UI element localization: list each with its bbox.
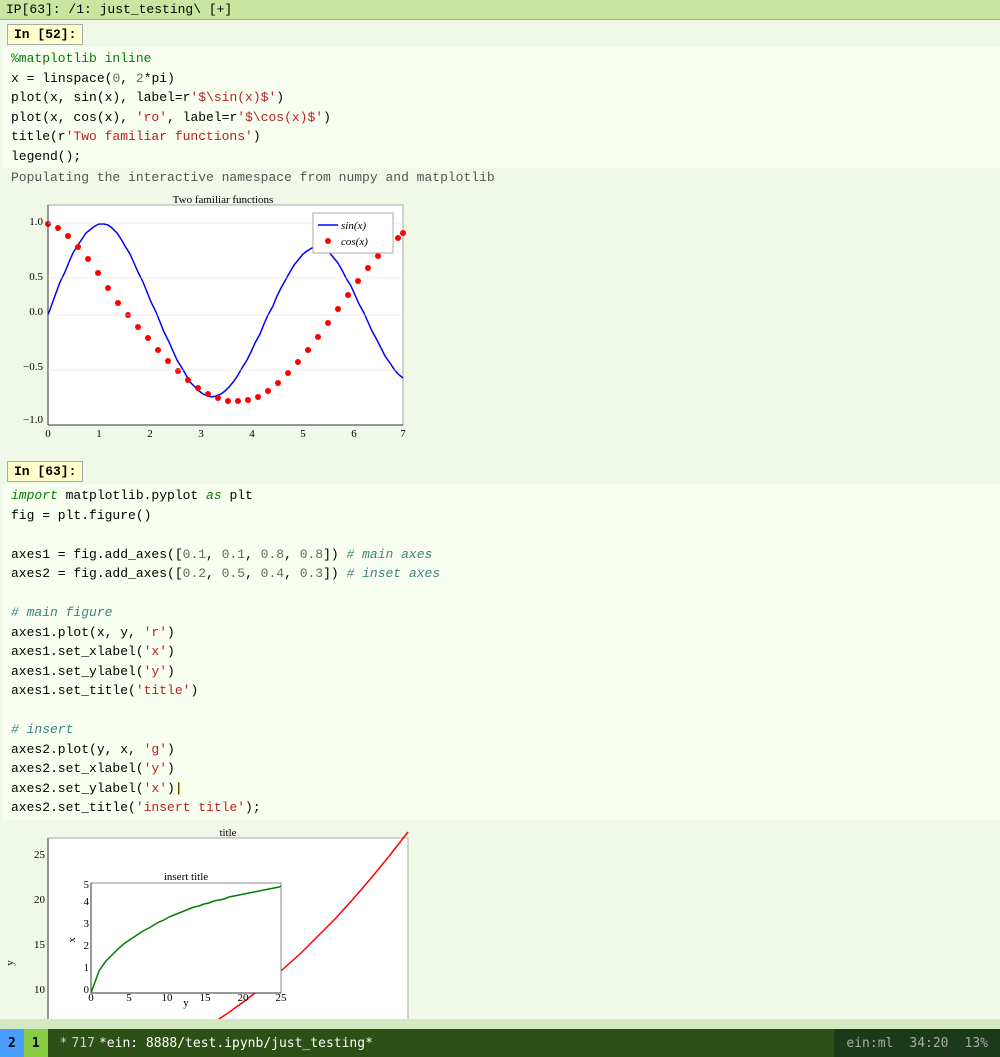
- svg-text:25: 25: [276, 992, 288, 1004]
- cell-1-output: Populating the interactive namespace fro…: [3, 168, 1000, 187]
- title-bar: IP[63]: /1: just_testing\ [+]: [0, 0, 1000, 20]
- status-number: 717: [71, 1036, 94, 1051]
- status-bar: 2 1 * 717 *ein: 8888/test.ipynb/just_tes…: [0, 1029, 1000, 1057]
- svg-text:1: 1: [84, 962, 90, 974]
- legend-sin-label: sin(x): [341, 220, 366, 232]
- status-right-section: ein:ml 34:20 13%: [834, 1029, 1000, 1057]
- chart-1-container: Two familiar functions 1.0 0.5 0.0 −0.5 …: [3, 195, 1000, 449]
- chart-2-main-title: title: [219, 828, 236, 839]
- cell-2-code[interactable]: import matplotlib.pyplot as plt fig = pl…: [3, 484, 1000, 820]
- status-mode-insert: 1: [24, 1029, 48, 1057]
- svg-text:3: 3: [198, 428, 204, 440]
- svg-text:0: 0: [45, 428, 51, 440]
- cell-1-code[interactable]: %matplotlib inline x = linspace(0, 2*pi)…: [3, 47, 1000, 168]
- svg-text:0.0: 0.0: [29, 306, 43, 318]
- title-text: IP[63]: /1: just_testing\ [+]: [6, 2, 232, 17]
- status-indicator: *: [60, 1036, 68, 1051]
- svg-text:5: 5: [84, 879, 90, 891]
- svg-text:3: 3: [84, 918, 90, 930]
- svg-text:10: 10: [162, 992, 174, 1004]
- legend-cos-label: cos(x): [341, 236, 368, 248]
- cell-1: In [52]: %matplotlib inline x = linspace…: [0, 20, 1000, 449]
- svg-text:4: 4: [84, 896, 90, 908]
- svg-text:0.5: 0.5: [29, 271, 43, 283]
- svg-text:2: 2: [147, 428, 153, 440]
- cell-1-label[interactable]: In [52]:: [7, 24, 83, 45]
- svg-text:0: 0: [88, 992, 94, 1004]
- chart-1-title: Two familiar functions: [173, 195, 274, 206]
- cell-2-label[interactable]: In [63]:: [7, 461, 83, 482]
- chart-1-svg: Two familiar functions 1.0 0.5 0.0 −0.5 …: [3, 195, 423, 445]
- svg-text:1.0: 1.0: [29, 216, 43, 228]
- status-mode-label: ein:ml: [846, 1036, 893, 1051]
- svg-text:10: 10: [34, 984, 46, 996]
- status-percent: 13%: [965, 1036, 988, 1051]
- svg-text:20: 20: [238, 992, 250, 1004]
- chart-2-inset-xlabel: y: [183, 997, 189, 1009]
- chart-2-ylabel: y: [4, 959, 16, 965]
- svg-text:5: 5: [300, 428, 306, 440]
- status-position: 34:20: [909, 1036, 948, 1051]
- svg-text:6: 6: [351, 428, 357, 440]
- svg-text:−1.0: −1.0: [23, 414, 43, 426]
- svg-text:5: 5: [126, 992, 132, 1004]
- chart-2-svg: title y x 0 5 10 15 20 25 0 1 2: [3, 828, 423, 1020]
- svg-text:15: 15: [200, 992, 212, 1004]
- svg-text:20: 20: [34, 894, 46, 906]
- svg-text:2: 2: [84, 940, 90, 952]
- svg-text:25: 25: [34, 849, 46, 861]
- svg-text:4: 4: [249, 428, 255, 440]
- status-mode-normal: 2: [0, 1029, 24, 1057]
- cell-2: In [63]: import matplotlib.pyplot as plt…: [0, 457, 1000, 1019]
- svg-text:1: 1: [96, 428, 102, 440]
- chart-2-container: title y x 0 5 10 15 20 25 0 1 2: [3, 828, 1000, 1020]
- svg-text:−0.5: −0.5: [23, 361, 43, 373]
- chart-2-inset-ylabel: x: [66, 936, 78, 942]
- status-file-info: * 717 *ein: 8888/test.ipynb/just_testing…: [48, 1029, 835, 1057]
- svg-text:15: 15: [34, 939, 46, 951]
- status-filename[interactable]: *ein: 8888/test.ipynb/just_testing*: [99, 1036, 373, 1051]
- content-area: In [52]: %matplotlib inline x = linspace…: [0, 20, 1000, 1019]
- chart-2-inset-title: insert title: [164, 871, 208, 883]
- svg-text:7: 7: [400, 428, 406, 440]
